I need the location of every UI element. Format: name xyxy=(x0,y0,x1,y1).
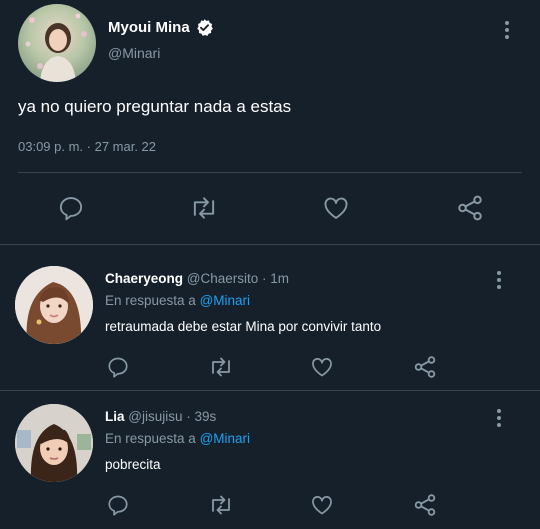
like-icon[interactable] xyxy=(310,493,334,517)
author-name[interactable]: Myoui Mina xyxy=(108,19,190,36)
like-icon[interactable] xyxy=(322,194,350,222)
reply-handle[interactable]: @jisujisu xyxy=(128,409,182,424)
main-tweet-timestamp: 03:09 p. m. · 27 mar. 22 xyxy=(18,139,157,154)
reply-context-prefix: En respuesta a xyxy=(105,431,196,446)
reply-handle[interactable]: @Chaersito xyxy=(187,271,258,286)
main-tweet-author[interactable]: Myoui Mina xyxy=(108,18,214,37)
reply-icon[interactable] xyxy=(106,493,130,517)
retweet-icon[interactable] xyxy=(188,194,220,222)
reply-more-icon[interactable] xyxy=(497,409,501,427)
reply-context: En respuesta a @Minari xyxy=(105,431,250,446)
reply-author-name[interactable]: Lia xyxy=(105,409,125,424)
reply-avatar[interactable] xyxy=(15,404,93,482)
retweet-icon[interactable] xyxy=(207,355,235,379)
main-tweet-divider-top xyxy=(18,172,522,173)
reply-header: Chaeryeong @Chaersito · 1m xyxy=(105,271,289,286)
avatar-photo xyxy=(15,266,93,344)
reply-context-prefix: En respuesta a xyxy=(105,293,196,308)
main-tweet-handle[interactable]: @Minari xyxy=(108,45,160,61)
reply-context-mention[interactable]: @Minari xyxy=(200,293,250,308)
main-tweet-avatar[interactable] xyxy=(18,4,96,82)
reply-time: · 39s xyxy=(186,409,217,424)
avatar-photo xyxy=(25,13,87,82)
reply-context: En respuesta a @Minari xyxy=(105,293,250,308)
reply-header: Lia @jisujisu · 39s xyxy=(105,409,216,424)
like-icon[interactable] xyxy=(310,355,334,379)
share-icon[interactable] xyxy=(455,193,485,223)
reply-text: retraumada debe estar Mina por convivir … xyxy=(105,319,382,334)
reply-time: · 1m xyxy=(262,271,290,286)
reply-more-icon[interactable] xyxy=(497,271,501,289)
main-tweet-divider-bottom xyxy=(0,244,540,245)
main-tweet-text: ya no quiero preguntar nada a estas xyxy=(18,97,292,116)
reply-icon[interactable] xyxy=(57,194,85,222)
avatar-photo xyxy=(15,404,93,482)
reply-icon[interactable] xyxy=(106,355,130,379)
reply-context-mention[interactable]: @Minari xyxy=(200,431,250,446)
share-icon[interactable] xyxy=(412,492,438,518)
reply-author-name[interactable]: Chaeryeong xyxy=(105,271,183,286)
reply-divider xyxy=(0,390,540,391)
reply-avatar[interactable] xyxy=(15,266,93,344)
verified-badge-icon xyxy=(195,18,214,37)
retweet-icon[interactable] xyxy=(207,493,235,517)
main-tweet-more-icon[interactable] xyxy=(505,21,509,39)
reply-text: pobrecita xyxy=(105,457,161,472)
share-icon[interactable] xyxy=(412,354,438,380)
